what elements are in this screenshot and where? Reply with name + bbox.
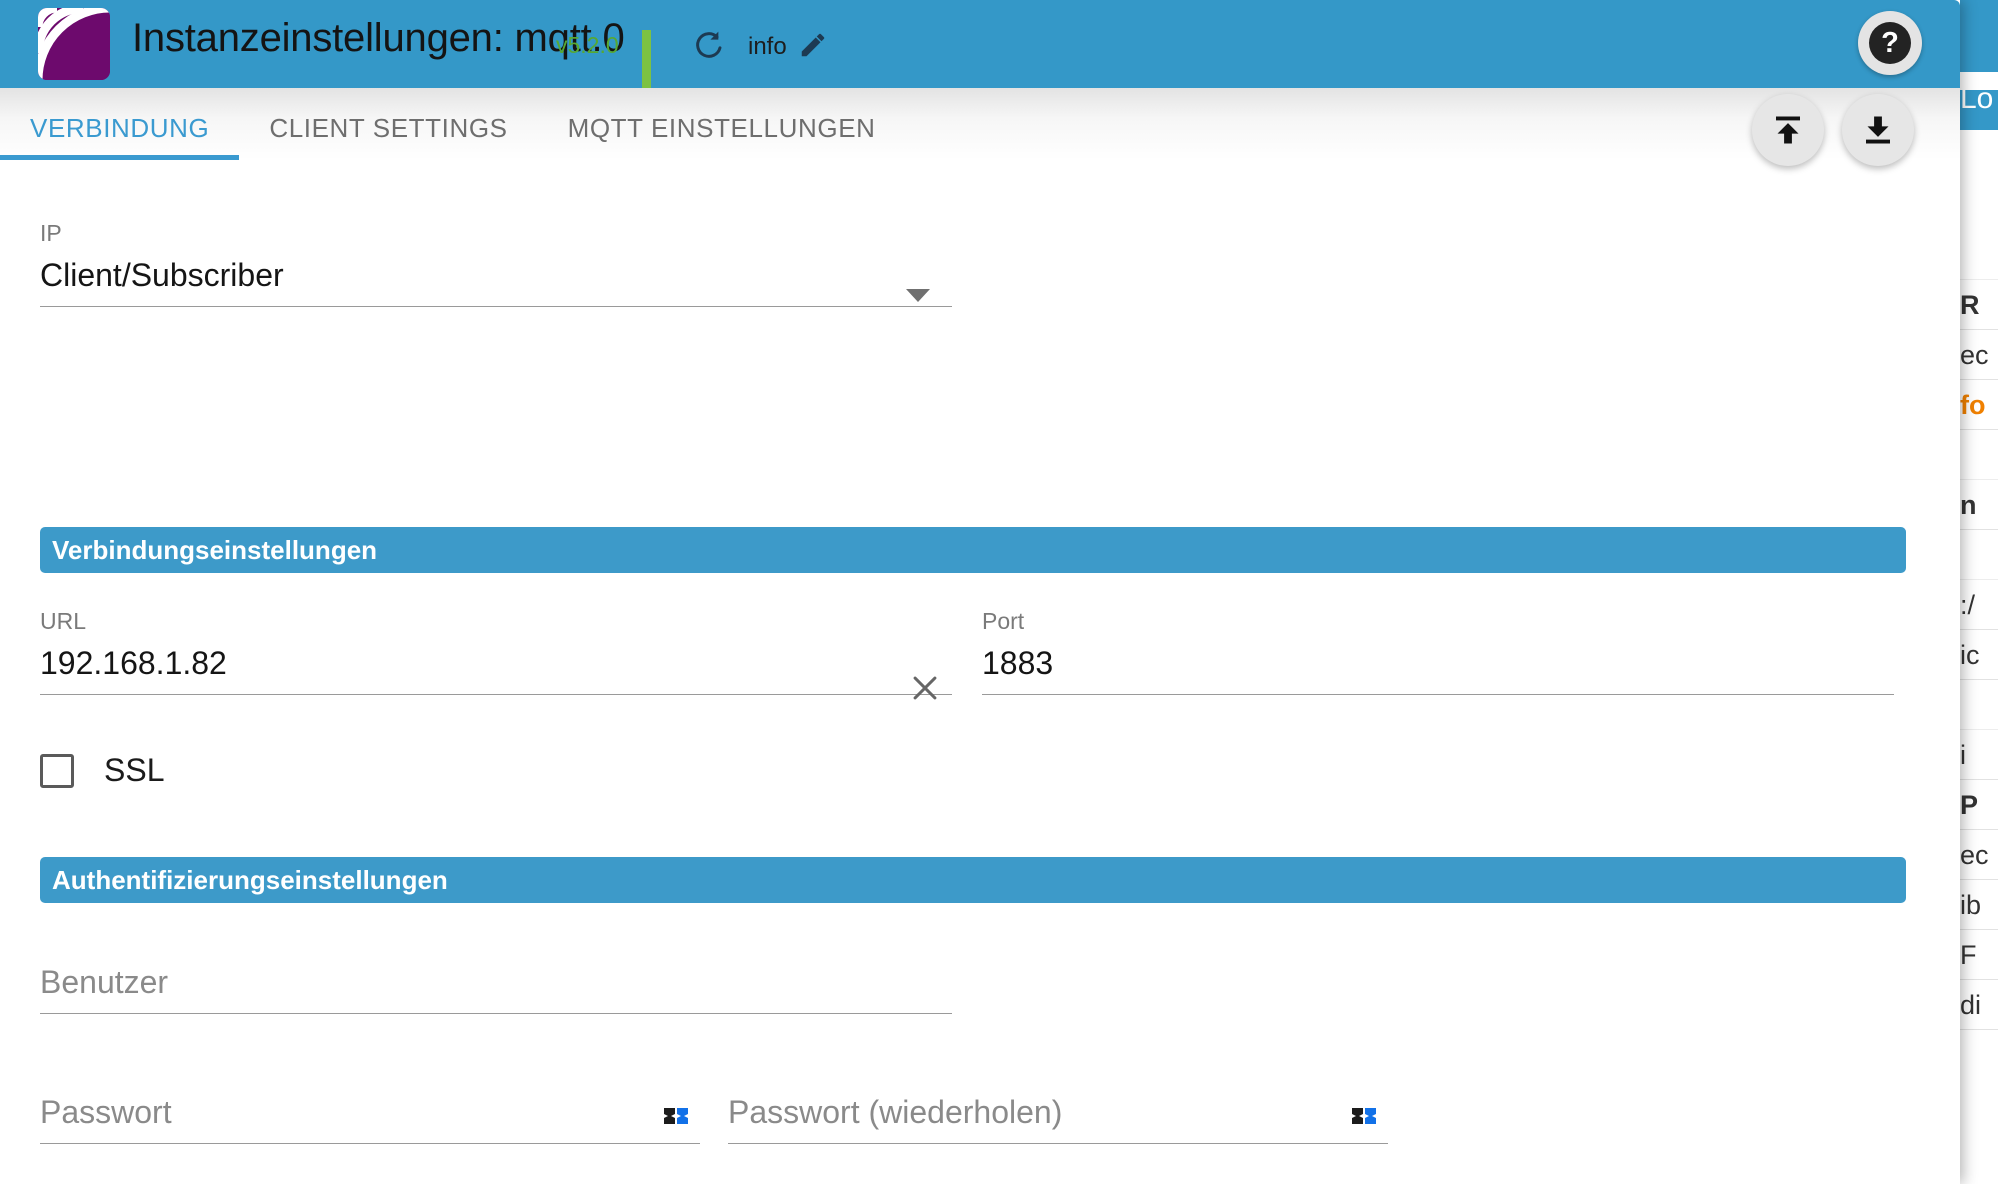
background-row: i bbox=[1958, 730, 1998, 780]
page-title: Instanzeinstellungen: mqtt.0 bbox=[132, 16, 625, 60]
ip-label: IP bbox=[40, 220, 62, 246]
upload-icon bbox=[1776, 116, 1800, 144]
password-repeat-field-group: Passwort (wiederholen) bbox=[728, 1090, 1388, 1144]
tab-mqtt-einstellungen[interactable]: MQTT EINSTELLUNGEN bbox=[538, 113, 906, 160]
tab-bar: VERBINDUNG CLIENT SETTINGS MQTT EINSTELL… bbox=[0, 88, 1960, 166]
visibility-toggle-icon[interactable] bbox=[660, 1100, 692, 1132]
tab-client-settings[interactable]: CLIENT SETTINGS bbox=[239, 113, 537, 160]
dialog-titlebar: Instanzeinstellungen: mqtt.0 v5.2.0 info… bbox=[0, 0, 1960, 90]
background-row: R bbox=[1958, 280, 1998, 330]
user-input[interactable]: Benutzer bbox=[40, 960, 952, 1014]
ssl-label: SSL bbox=[104, 752, 165, 788]
background-row: :/ bbox=[1958, 580, 1998, 630]
user-field-group: Benutzer bbox=[40, 960, 952, 1014]
background-row: n bbox=[1958, 480, 1998, 530]
background-row bbox=[1958, 430, 1998, 480]
background-row: ec bbox=[1958, 330, 1998, 380]
password-repeat-placeholder: Passwort (wiederholen) bbox=[728, 1094, 1063, 1130]
background-row: ic bbox=[1958, 630, 1998, 680]
close-clear-icon[interactable] bbox=[908, 671, 942, 705]
background-row: ib bbox=[1958, 880, 1998, 930]
ip-select[interactable]: Client/Subscriber bbox=[40, 253, 952, 307]
help-question-icon: ? bbox=[1869, 22, 1911, 64]
ssl-checkbox[interactable] bbox=[40, 753, 74, 788]
download-button[interactable] bbox=[1842, 94, 1914, 166]
background-window-titlebar bbox=[1958, 0, 1998, 72]
password-field-group: Passwort bbox=[40, 1090, 700, 1144]
version-label: v5.2.0 bbox=[556, 32, 619, 58]
background-row: P bbox=[1958, 780, 1998, 830]
port-label: Port bbox=[982, 608, 1025, 634]
background-row: di bbox=[1958, 980, 1998, 1030]
upload-button[interactable] bbox=[1752, 94, 1824, 166]
refresh-icon[interactable] bbox=[692, 28, 726, 62]
user-placeholder: Benutzer bbox=[40, 964, 169, 1000]
background-row bbox=[1958, 230, 1998, 280]
visibility-toggle-icon[interactable] bbox=[1348, 1100, 1380, 1132]
url-label: URL bbox=[40, 608, 87, 634]
help-button[interactable]: ? bbox=[1858, 11, 1922, 75]
url-input[interactable]: 192.168.1.82 bbox=[40, 641, 952, 700]
iobroker-logo-icon bbox=[38, 8, 110, 80]
tab-list: VERBINDUNG CLIENT SETTINGS MQTT EINSTELL… bbox=[0, 88, 906, 160]
auth-section-header: Authentifizierungseinstellungen bbox=[40, 857, 1906, 903]
instance-settings-dialog: Instanzeinstellungen: mqtt.0 v5.2.0 info… bbox=[0, 0, 1960, 1184]
password-input[interactable]: Passwort bbox=[40, 1090, 700, 1144]
port-value: 1883 bbox=[982, 645, 1054, 681]
port-field-group: Port 1883 bbox=[982, 608, 1894, 695]
ip-field-group: IP Client/Subscriber bbox=[40, 220, 952, 307]
ssl-checkbox-row[interactable]: SSL bbox=[40, 752, 164, 789]
password-placeholder: Passwort bbox=[40, 1094, 172, 1130]
download-icon bbox=[1866, 116, 1890, 144]
info-link[interactable]: info bbox=[748, 33, 787, 61]
background-window: Lo R ec fo n :/ ic i P ec ib F di bbox=[1958, 0, 1998, 1184]
port-input[interactable]: 1883 bbox=[982, 641, 1894, 695]
chevron-down-icon bbox=[906, 289, 930, 302]
background-window-rows: R ec fo n :/ ic i P ec ib F di bbox=[1958, 230, 1998, 1030]
background-row: ec bbox=[1958, 830, 1998, 880]
connection-section-header: Verbindungseinstellungen bbox=[40, 527, 1906, 573]
background-window-tab-label: Lo bbox=[1960, 82, 1994, 115]
background-row bbox=[1958, 530, 1998, 580]
pause-icon[interactable] bbox=[642, 30, 670, 90]
ip-selected-value: Client/Subscriber bbox=[40, 257, 284, 293]
background-row: fo bbox=[1958, 380, 1998, 430]
password-repeat-input[interactable]: Passwort (wiederholen) bbox=[728, 1090, 1388, 1144]
url-value: 192.168.1.82 bbox=[40, 645, 227, 681]
background-row bbox=[1958, 680, 1998, 730]
url-field-group: URL 192.168.1.82 bbox=[40, 608, 952, 700]
tab-verbindung[interactable]: VERBINDUNG bbox=[0, 113, 240, 160]
pencil-edit-icon[interactable] bbox=[798, 29, 828, 61]
background-row: F bbox=[1958, 930, 1998, 980]
